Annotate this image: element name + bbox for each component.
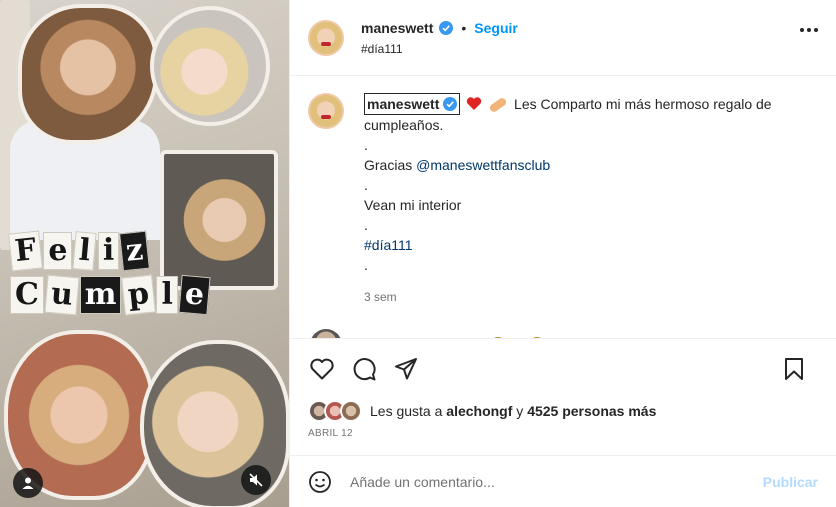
tagged-users-button[interactable] (13, 468, 43, 498)
post-caption: maneswett Les Comparto mi más hermoso re… (308, 93, 818, 307)
post-media[interactable]: F e l i z C u m p l e (0, 0, 289, 507)
collage-letter: m (79, 276, 122, 314)
comment-icon (353, 357, 376, 380)
emoji-icon (309, 470, 331, 493)
more-options-dot (800, 28, 804, 32)
more-options-icon[interactable] (800, 28, 818, 32)
collage-letter: F (8, 230, 44, 272)
collage-photo (18, 4, 158, 144)
mute-button[interactable] (241, 465, 271, 495)
post-username[interactable]: maneswett (361, 20, 433, 36)
collage-letter: C (10, 276, 44, 314)
post-window: F e l i z C u m p l e maneswett • Seguir… (0, 0, 836, 507)
liker-avatars (308, 400, 362, 422)
caption-hashtag[interactable]: #día111 (364, 235, 804, 255)
caption-line: . (364, 177, 368, 193)
separator-dot: • (461, 19, 467, 36)
bookmark-icon (785, 358, 803, 380)
comment-input[interactable] (350, 473, 763, 490)
collage-letter: p (121, 274, 157, 316)
bandage-emoji-icon (488, 96, 508, 114)
collage-letter: i (97, 232, 120, 270)
collage-letter: l (156, 276, 178, 314)
emoji-button[interactable] (308, 470, 332, 494)
more-options-dot (814, 28, 818, 32)
post-date[interactable]: ABRIL 12 (308, 428, 353, 439)
comment-composer: Publicar (290, 455, 836, 507)
caption-username[interactable]: maneswett (364, 93, 461, 115)
avatar (340, 400, 362, 422)
action-bar (290, 338, 836, 398)
speaker-muted-icon (249, 473, 263, 487)
avatar[interactable] (310, 329, 342, 338)
post-panel: maneswett • Seguir #día111 maneswett Les… (289, 0, 836, 507)
likes-summary[interactable]: Les gusta a alechongf y 4525 personas má… (308, 400, 656, 422)
caption-line: . (364, 217, 368, 233)
share-icon (395, 357, 417, 379)
collage-letter: z (119, 230, 151, 272)
likes-others[interactable]: 4525 personas más (527, 403, 656, 419)
save-button[interactable] (780, 355, 808, 383)
collage-lettering: F e l i z C u m p l e (8, 230, 211, 320)
caption-username-text: maneswett (367, 96, 440, 112)
heart-icon (310, 358, 334, 379)
likes-prefix: Les gusta a (370, 403, 443, 419)
collage-photo (150, 6, 270, 126)
likes-joiner: y (516, 403, 524, 419)
caption-time-ago[interactable]: 3 sem (364, 287, 804, 307)
share-button[interactable] (392, 355, 420, 383)
collage-letter: l (72, 231, 98, 271)
likes-user[interactable]: alechongf (446, 403, 512, 419)
user-icon (22, 477, 34, 489)
caption-line: Vean mi interior (364, 197, 462, 213)
caption-mention[interactable]: @maneswettfansclub (416, 157, 550, 173)
avatar[interactable] (308, 93, 344, 129)
collage-letter: e (43, 232, 73, 270)
caption-line: . (364, 257, 368, 273)
more-options-dot (807, 28, 811, 32)
collage-letter: e (178, 274, 211, 316)
avatar[interactable] (308, 19, 344, 56)
comment-button[interactable] (350, 355, 378, 383)
post-location[interactable]: #día111 (361, 42, 518, 56)
publish-button[interactable]: Publicar (763, 474, 818, 490)
caption-thanks: Gracias (364, 157, 413, 173)
comments-list[interactable]: maneswett Les Comparto mi más hermoso re… (290, 77, 836, 338)
post-header: maneswett • Seguir #día111 (290, 0, 836, 76)
like-button[interactable] (308, 355, 336, 383)
comment-item: julianelfenbeink (308, 329, 818, 338)
heart-emoji-icon (467, 97, 482, 110)
caption-line: . (364, 137, 368, 153)
verified-badge-icon (443, 97, 458, 111)
collage-letter: u (44, 274, 80, 316)
follow-button[interactable]: Seguir (474, 20, 518, 36)
caption-line: Gracias @maneswettfansclub (364, 155, 804, 175)
verified-badge-icon (439, 20, 454, 35)
